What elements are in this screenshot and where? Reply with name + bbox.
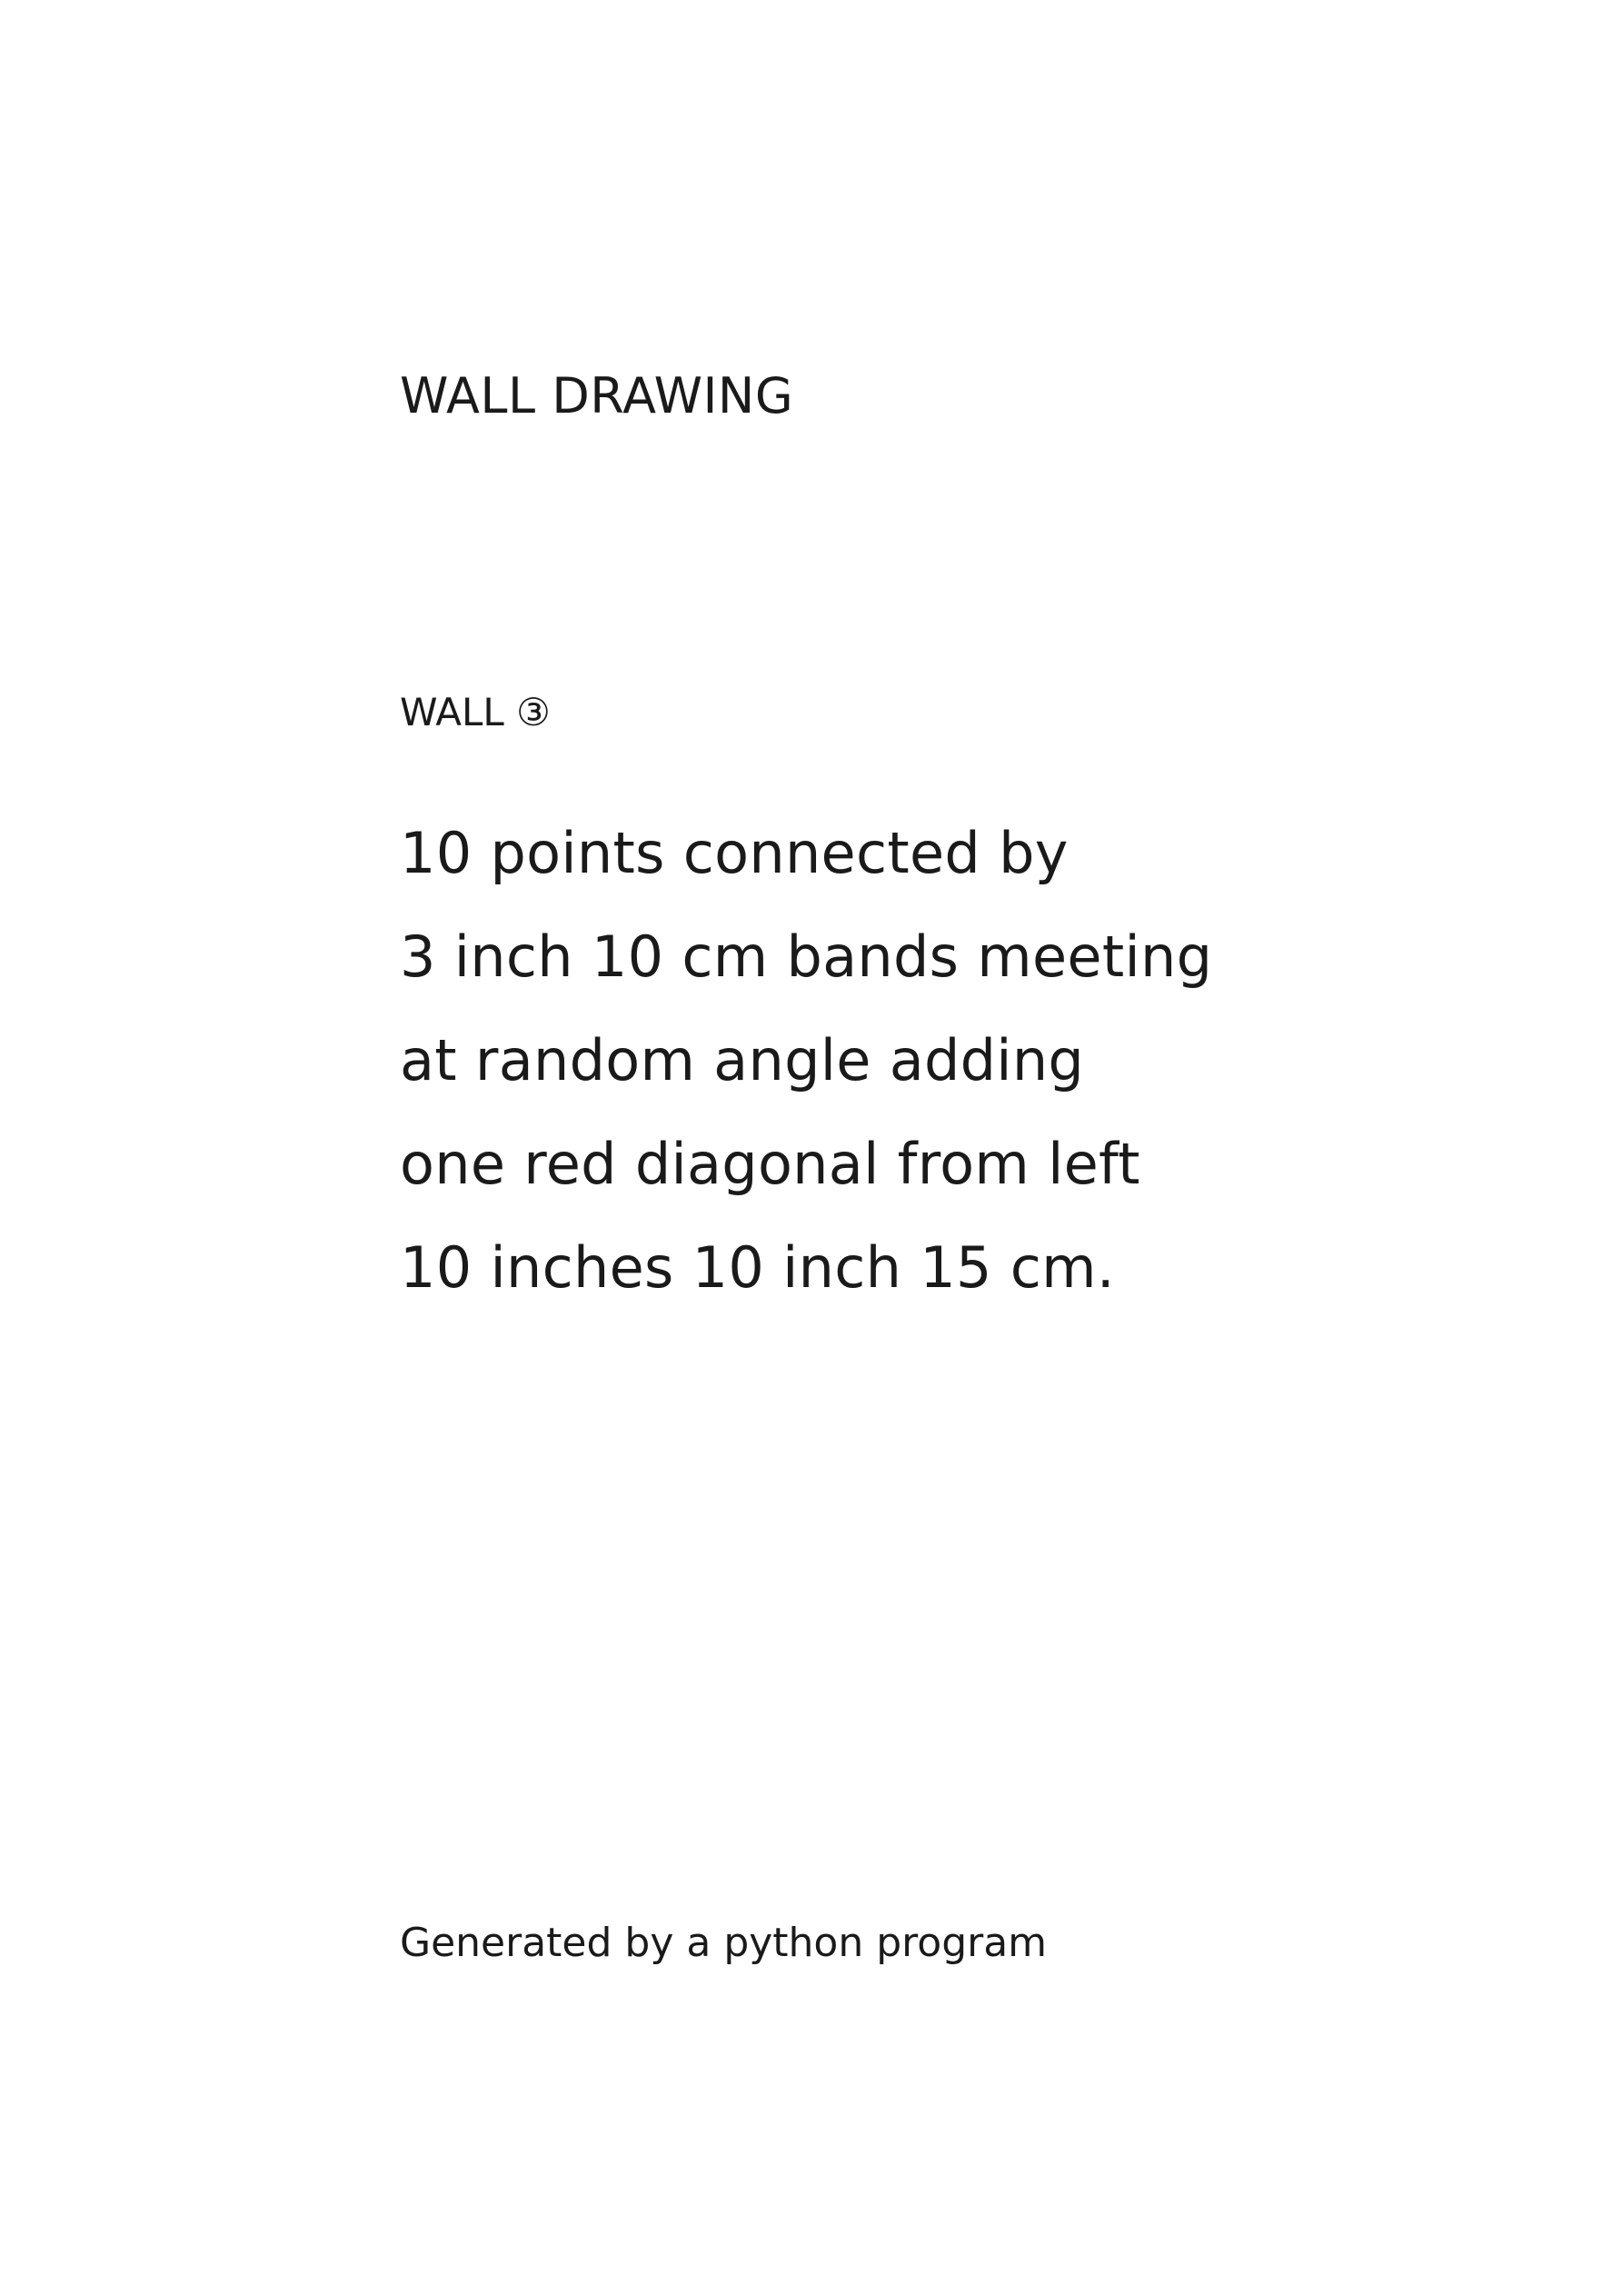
instruction-line: 3 inch 10 cm bands meeting: [400, 923, 1213, 990]
instruction-line: one red diagonal from left: [400, 1131, 1140, 1197]
page-title: WALL DRAWING: [400, 367, 794, 424]
instruction-line: 10 inches 10 inch 15 cm.: [400, 1234, 1115, 1301]
instruction-line: 10 points connected by: [400, 820, 1069, 886]
wall-label: WALL ③: [400, 690, 551, 734]
instruction-text: 10 points connected by 3 inch 10 cm band…: [400, 802, 1212, 1320]
document-page: WALL DRAWING WALL ③ 10 points connected …: [0, 0, 1622, 2296]
instruction-line: at random angle adding: [400, 1027, 1085, 1093]
footer-note: Generated by a python program: [400, 1920, 1048, 1966]
